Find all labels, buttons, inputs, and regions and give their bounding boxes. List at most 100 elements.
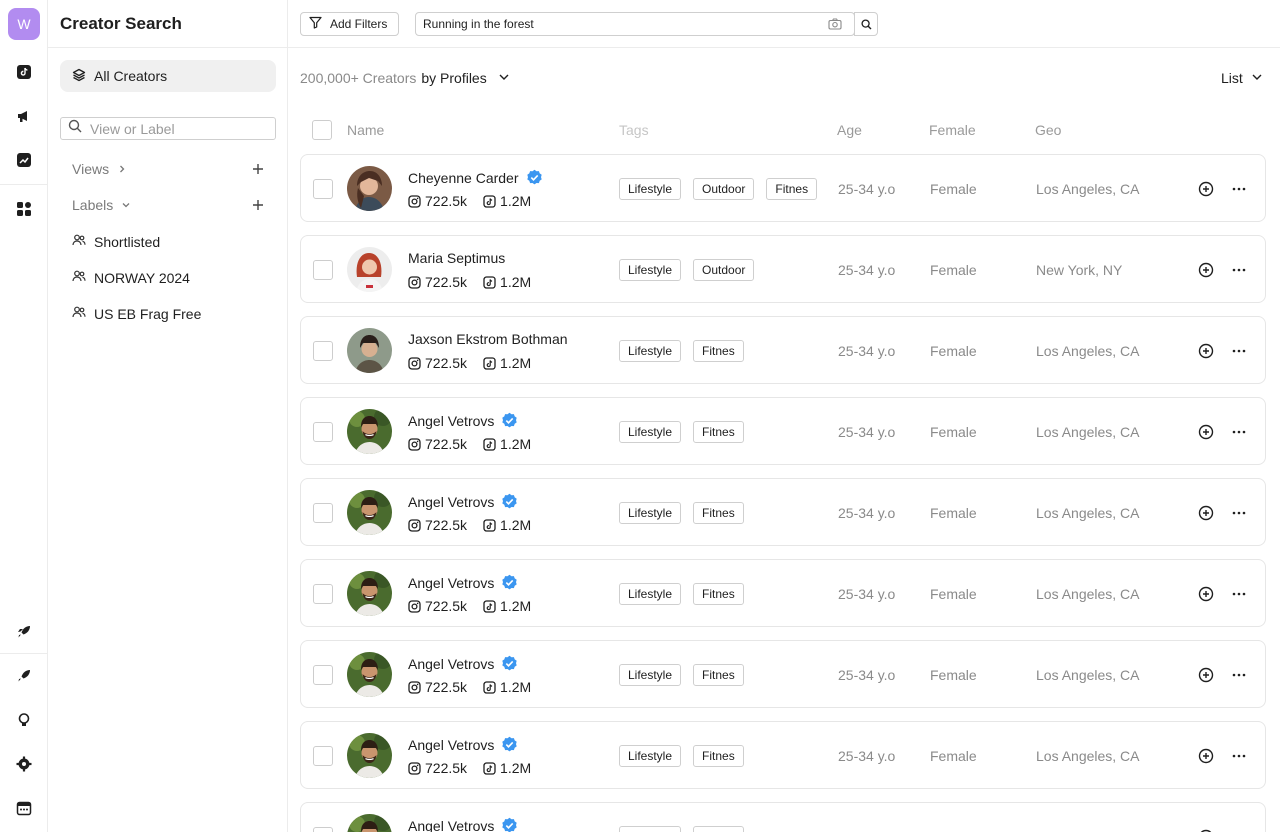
add-circle-icon[interactable] bbox=[1197, 180, 1215, 198]
avatar[interactable] bbox=[347, 814, 392, 832]
megaphone-icon[interactable] bbox=[14, 106, 34, 126]
label-item[interactable]: US EB Frag Free bbox=[72, 305, 201, 322]
table-row[interactable]: Maria Septimus 722.5k 1.2M Lifestyle Outdoor… bbox=[300, 235, 1266, 303]
lightbulb-icon[interactable] bbox=[14, 710, 34, 730]
row-checkbox[interactable] bbox=[313, 584, 333, 604]
table-row[interactable]: Angel Vetrovs722.5k1.2MLifestyleFitnes25… bbox=[300, 397, 1266, 465]
analytics-icon[interactable] bbox=[14, 150, 34, 170]
tag-chip[interactable]: Lifestyle bbox=[619, 583, 682, 605]
views-toggle[interactable]: Views bbox=[72, 161, 127, 177]
row-checkbox[interactable] bbox=[313, 422, 333, 442]
add-circle-icon[interactable] bbox=[1197, 666, 1215, 684]
label-item[interactable]: NORWAY 2024 bbox=[72, 269, 190, 286]
more-options-icon[interactable] bbox=[1230, 666, 1248, 684]
table-row[interactable]: Angel Vetrovs722.5k1.2MLifestyleFitnes25… bbox=[300, 640, 1266, 708]
workspace-avatar[interactable]: W bbox=[8, 8, 40, 40]
labels-toggle[interactable]: Labels bbox=[72, 197, 131, 213]
add-view-button[interactable] bbox=[250, 161, 266, 177]
select-all-checkbox[interactable] bbox=[312, 120, 332, 140]
tag-chip[interactable]: Fitnes bbox=[766, 178, 818, 200]
creator-name[interactable]: Maria Septimus bbox=[408, 250, 505, 266]
view-mode-select[interactable]: List bbox=[1221, 70, 1263, 86]
creator-name[interactable]: Angel Vetrovs bbox=[408, 737, 494, 753]
search-input[interactable] bbox=[416, 17, 816, 31]
tag-chip[interactable]: Lifestyle bbox=[619, 745, 682, 767]
tag-chip[interactable]: Outdoor bbox=[693, 178, 755, 200]
more-options-icon[interactable] bbox=[1230, 342, 1248, 360]
row-checkbox[interactable] bbox=[313, 341, 333, 361]
table-row[interactable]: Jaxson Ekstrom Bothman 722.5k 1.2M Lifestyl… bbox=[300, 316, 1266, 384]
tag-chip[interactable]: Fitnes bbox=[693, 745, 744, 767]
label-item[interactable]: Shortlisted bbox=[72, 233, 160, 250]
column-name[interactable]: Name bbox=[347, 122, 384, 138]
column-geo[interactable]: Geo bbox=[1035, 122, 1061, 138]
tag-chip[interactable]: Lifestyle bbox=[619, 178, 682, 200]
row-checkbox[interactable] bbox=[313, 665, 333, 685]
tag-chip[interactable]: Fitnes bbox=[693, 826, 744, 832]
column-gender[interactable]: Female bbox=[929, 122, 976, 138]
tag-chip[interactable]: Lifestyle bbox=[619, 340, 682, 362]
add-filters-button[interactable]: Add Filters bbox=[300, 12, 399, 36]
row-checkbox[interactable] bbox=[313, 503, 333, 523]
more-options-icon[interactable] bbox=[1230, 747, 1248, 765]
tag-chip[interactable]: Fitnes bbox=[693, 502, 744, 524]
view-search-input[interactable] bbox=[90, 120, 260, 137]
more-options-icon[interactable] bbox=[1230, 423, 1248, 441]
settings-icon[interactable] bbox=[14, 754, 34, 774]
add-circle-icon[interactable] bbox=[1197, 423, 1215, 441]
tag-chip[interactable]: Fitnes bbox=[693, 664, 744, 686]
creator-name[interactable]: Angel Vetrovs bbox=[408, 413, 494, 429]
add-circle-icon[interactable] bbox=[1197, 747, 1215, 765]
creator-name[interactable]: Angel Vetrovs bbox=[408, 575, 494, 591]
more-options-icon[interactable] bbox=[1230, 585, 1248, 603]
more-options-icon[interactable] bbox=[1230, 504, 1248, 522]
tag-chip[interactable]: Outdoor bbox=[693, 259, 755, 281]
tag-chip[interactable]: Lifestyle bbox=[619, 502, 682, 524]
tiktok-icon[interactable] bbox=[14, 62, 34, 82]
calendar-icon[interactable] bbox=[14, 798, 34, 818]
avatar[interactable] bbox=[347, 571, 392, 616]
table-row[interactable]: Cheyenne Carder 722.5k 1.2M Lifestyle Outdoo… bbox=[300, 154, 1266, 222]
tag-chip[interactable]: Fitnes bbox=[693, 340, 744, 362]
add-circle-icon[interactable] bbox=[1197, 342, 1215, 360]
creator-name[interactable]: Angel Vetrovs bbox=[408, 656, 494, 672]
creator-name[interactable]: Angel Vetrovs bbox=[408, 494, 494, 510]
more-options-icon[interactable] bbox=[1230, 828, 1248, 832]
row-checkbox[interactable] bbox=[313, 746, 333, 766]
more-options-icon[interactable] bbox=[1230, 180, 1248, 198]
more-options-icon[interactable] bbox=[1230, 261, 1248, 279]
tag-chip[interactable]: Lifestyle bbox=[619, 826, 682, 832]
avatar[interactable] bbox=[347, 733, 392, 778]
row-checkbox[interactable] bbox=[313, 827, 333, 832]
table-row[interactable]: Angel Vetrovs722.5k1.2MLifestyleFitnes25… bbox=[300, 559, 1266, 627]
add-circle-icon[interactable] bbox=[1197, 828, 1215, 832]
tag-chip[interactable]: Lifestyle bbox=[619, 664, 682, 686]
creator-name[interactable]: Jaxson Ekstrom Bothman bbox=[408, 331, 568, 347]
tag-chip[interactable]: Fitnes bbox=[693, 583, 744, 605]
table-row[interactable]: Angel Vetrovs722.5k1.2MLifestyleFitnes25… bbox=[300, 802, 1266, 832]
tag-chip[interactable]: Lifestyle bbox=[619, 259, 682, 281]
add-circle-icon[interactable] bbox=[1197, 504, 1215, 522]
column-tags[interactable]: Tags bbox=[619, 122, 649, 138]
apps-icon[interactable] bbox=[14, 199, 34, 219]
column-age[interactable]: Age bbox=[837, 122, 862, 138]
row-checkbox[interactable] bbox=[313, 179, 333, 199]
add-circle-icon[interactable] bbox=[1197, 585, 1215, 603]
chevron-down-icon[interactable] bbox=[498, 70, 510, 86]
avatar[interactable] bbox=[347, 490, 392, 535]
rocket-icon[interactable] bbox=[14, 622, 34, 642]
camera-icon[interactable] bbox=[828, 17, 842, 36]
search-button[interactable] bbox=[854, 12, 878, 36]
table-row[interactable]: Angel Vetrovs722.5k1.2MLifestyleFitnes25… bbox=[300, 721, 1266, 789]
row-checkbox[interactable] bbox=[313, 260, 333, 280]
table-row[interactable]: Angel Vetrovs722.5k1.2MLifestyleFitnes25… bbox=[300, 478, 1266, 546]
rocket-alt-icon[interactable] bbox=[14, 666, 34, 686]
add-circle-icon[interactable] bbox=[1197, 261, 1215, 279]
add-label-button[interactable] bbox=[250, 197, 266, 213]
tag-chip[interactable]: Lifestyle bbox=[619, 421, 682, 443]
avatar[interactable] bbox=[347, 247, 392, 292]
sidebar-item-all-creators[interactable]: All Creators bbox=[60, 60, 276, 92]
avatar[interactable] bbox=[347, 166, 392, 211]
group-by-select[interactable]: by Profiles bbox=[421, 70, 486, 86]
tag-chip[interactable]: Fitnes bbox=[693, 421, 744, 443]
